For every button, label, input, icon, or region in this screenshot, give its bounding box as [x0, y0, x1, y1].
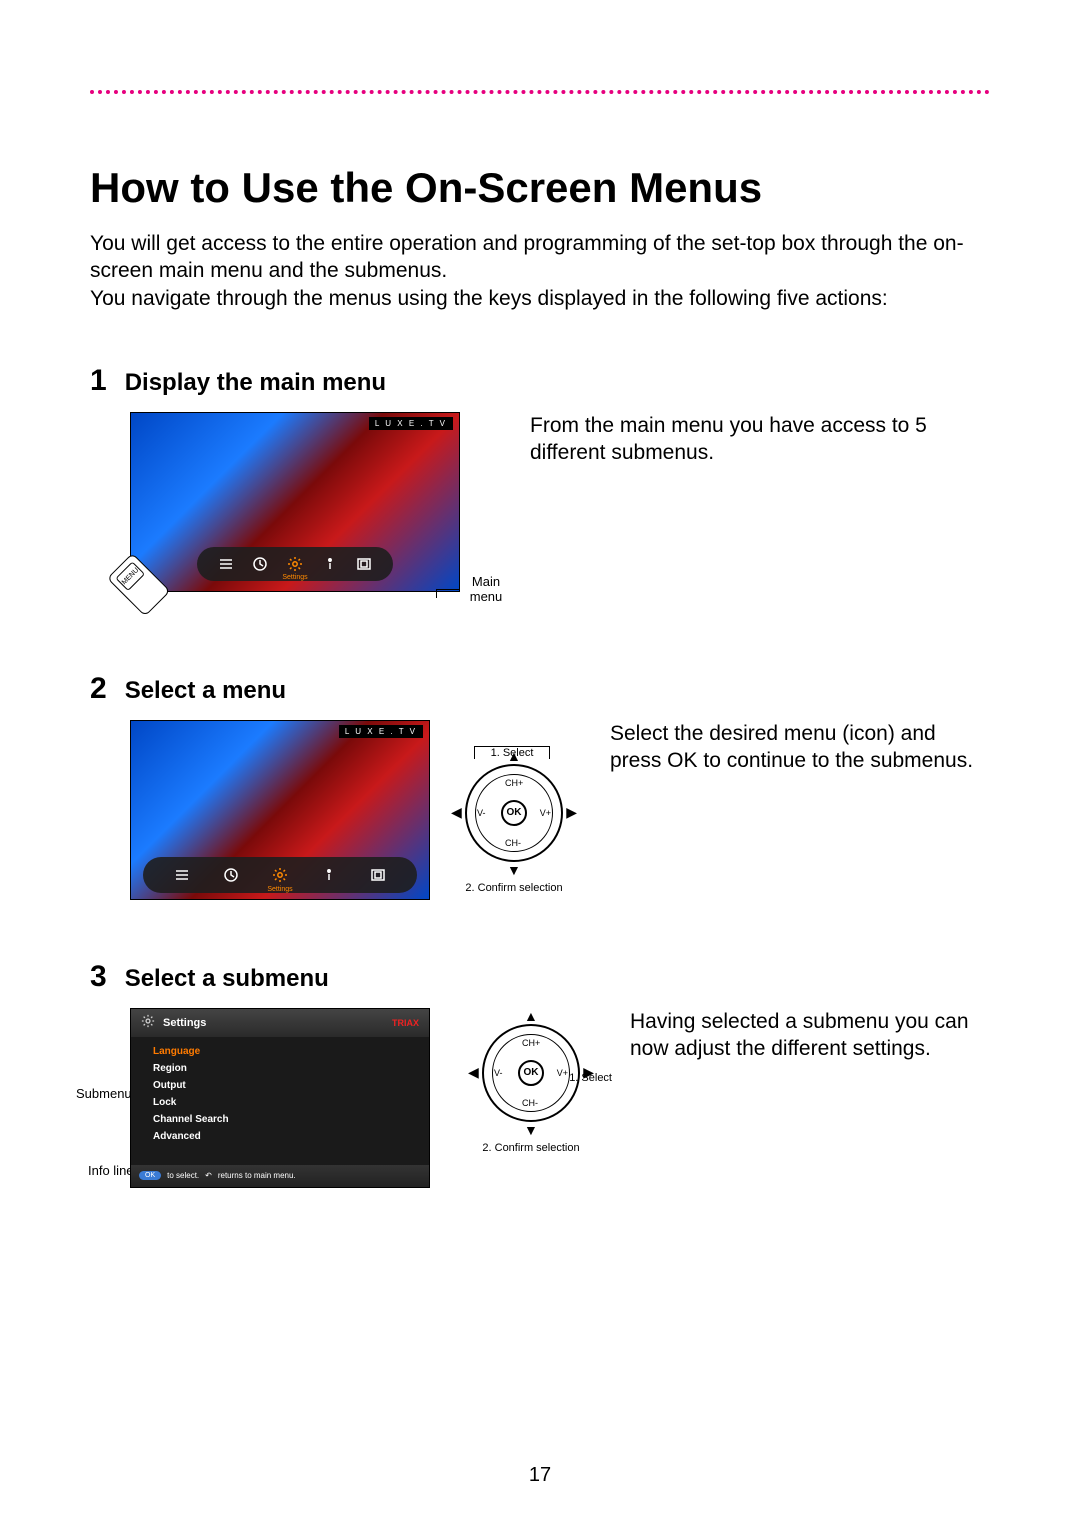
- dpad-ch-plus: CH+: [505, 778, 523, 788]
- dpad-ch-minus: CH-: [522, 1098, 538, 1108]
- info-icon: [320, 554, 340, 574]
- tv-screenshot-1: L U X E . T V Settings: [130, 412, 460, 592]
- label-submenu: Submenu: [76, 1086, 132, 1101]
- settings-label: Settings: [197, 574, 394, 581]
- menu-item-channel-search: Channel Search: [153, 1111, 429, 1128]
- step1-figure: L U X E . T V Settings: [130, 412, 510, 612]
- intro-line-2: You navigate through the menus using the…: [90, 287, 888, 310]
- arrow-up-icon: ▲: [507, 748, 521, 764]
- step2-figure: L U X E . T V Settings 1. Select OK ▲: [130, 720, 590, 900]
- dpad-v-minus: V-: [494, 1068, 503, 1078]
- page-title: How to Use the On-Screen Menus: [90, 164, 990, 212]
- dpad-confirm-caption: 2. Confirm selection: [444, 882, 584, 894]
- osd-main-menu-bar: Settings: [143, 857, 417, 893]
- header-dotted-rule: [90, 90, 990, 94]
- aspect-icon: [354, 554, 374, 574]
- step-2: 2 Select a menu L U X E . T V Settings 1…: [90, 672, 990, 900]
- aspect-icon: [368, 865, 388, 885]
- label-main-menu: Main menu: [462, 575, 510, 604]
- menu-item-lock: Lock: [153, 1094, 429, 1111]
- arrow-down-icon: ▼: [524, 1122, 538, 1138]
- dpad-diagram: 1. Select OK ▲ ▼ ◀ ▶ CH+ CH- V- V+ 2. Co…: [444, 746, 584, 906]
- gear-icon: Settings: [270, 865, 290, 885]
- step-1-description: From the main menu you have access to 5 …: [530, 412, 990, 467]
- step-title-2: Select a menu: [125, 677, 286, 705]
- arrow-up-icon: ▲: [524, 1008, 538, 1024]
- dpad-select-side-caption: 1. Select: [569, 1072, 612, 1084]
- clock-icon: [221, 865, 241, 885]
- list-icon: [172, 865, 192, 885]
- step-3: 3 Select a submenu Submenu Info line Set…: [90, 960, 990, 1188]
- gear-icon: Settings: [285, 554, 305, 574]
- dpad-diagram: OK ▲ ▼ ◀ ▶ CH+ CH- V- V+ 1. Select 2. Co…: [456, 1018, 606, 1198]
- step-1: 1 Display the main menu L U X E . T V: [90, 364, 990, 612]
- tv-screenshot-3-settings: Settings TRIAX Language Region Output Lo…: [130, 1008, 430, 1188]
- dpad-ch-minus: CH-: [505, 838, 521, 848]
- brand-label: TRIAX: [392, 1018, 419, 1028]
- arrow-left-icon: ◀: [451, 804, 462, 821]
- info-line-ok-pill: OK: [139, 1171, 161, 1180]
- info-line-ok-text: to select.: [167, 1171, 199, 1180]
- step-3-description: Having selected a submenu you can now ad…: [630, 1008, 990, 1063]
- dpad-v-minus: V-: [477, 808, 486, 818]
- dpad-ok: OK: [501, 800, 527, 826]
- menu-item-output: Output: [153, 1077, 429, 1094]
- channel-tag: L U X E . T V: [369, 417, 453, 430]
- dpad-ok: OK: [518, 1060, 544, 1086]
- settings-header-title: Settings: [163, 1017, 206, 1029]
- dpad-v-plus: V+: [557, 1068, 568, 1078]
- list-icon: [216, 554, 236, 574]
- clock-icon: [250, 554, 270, 574]
- osd-main-menu-bar: Settings: [197, 547, 394, 581]
- channel-tag: L U X E . T V: [339, 725, 423, 738]
- dpad-confirm-caption: 2. Confirm selection: [456, 1142, 606, 1154]
- dpad-ch-plus: CH+: [522, 1038, 540, 1048]
- arrow-right-icon: ▶: [566, 804, 577, 821]
- menu-item-language: Language: [153, 1043, 429, 1060]
- step3-figure: Submenu Info line Settings TRIAX Langua: [130, 1008, 610, 1188]
- info-icon: [319, 865, 339, 885]
- tv-screenshot-2: L U X E . T V Settings: [130, 720, 430, 900]
- info-line: OK to select. ↶ returns to main menu.: [131, 1165, 429, 1187]
- arrow-down-icon: ▼: [507, 862, 521, 878]
- page-number: 17: [0, 1464, 1080, 1487]
- intro-line-1: You will get access to the entire operat…: [90, 232, 964, 282]
- back-arrow-icon: ↶: [205, 1171, 212, 1180]
- step-number-2: 2: [90, 672, 107, 706]
- intro-paragraph: You will get access to the entire operat…: [90, 230, 990, 312]
- arrow-left-icon: ◀: [468, 1064, 479, 1081]
- info-line-back-text: returns to main menu.: [218, 1171, 296, 1180]
- step-2-description: Select the desired menu (icon) and press…: [610, 720, 990, 775]
- gear-icon: [141, 1014, 155, 1031]
- menu-item-advanced: Advanced: [153, 1128, 429, 1145]
- step-number-1: 1: [90, 364, 107, 398]
- step-number-3: 3: [90, 960, 107, 994]
- settings-menu-list: Language Region Output Lock Channel Sear…: [131, 1037, 429, 1145]
- settings-label: Settings: [143, 886, 417, 893]
- label-info-line: Info line: [88, 1164, 134, 1177]
- menu-item-region: Region: [153, 1060, 429, 1077]
- dpad-v-plus: V+: [540, 808, 551, 818]
- step-title-1: Display the main menu: [125, 369, 386, 397]
- step-title-3: Select a submenu: [125, 965, 329, 993]
